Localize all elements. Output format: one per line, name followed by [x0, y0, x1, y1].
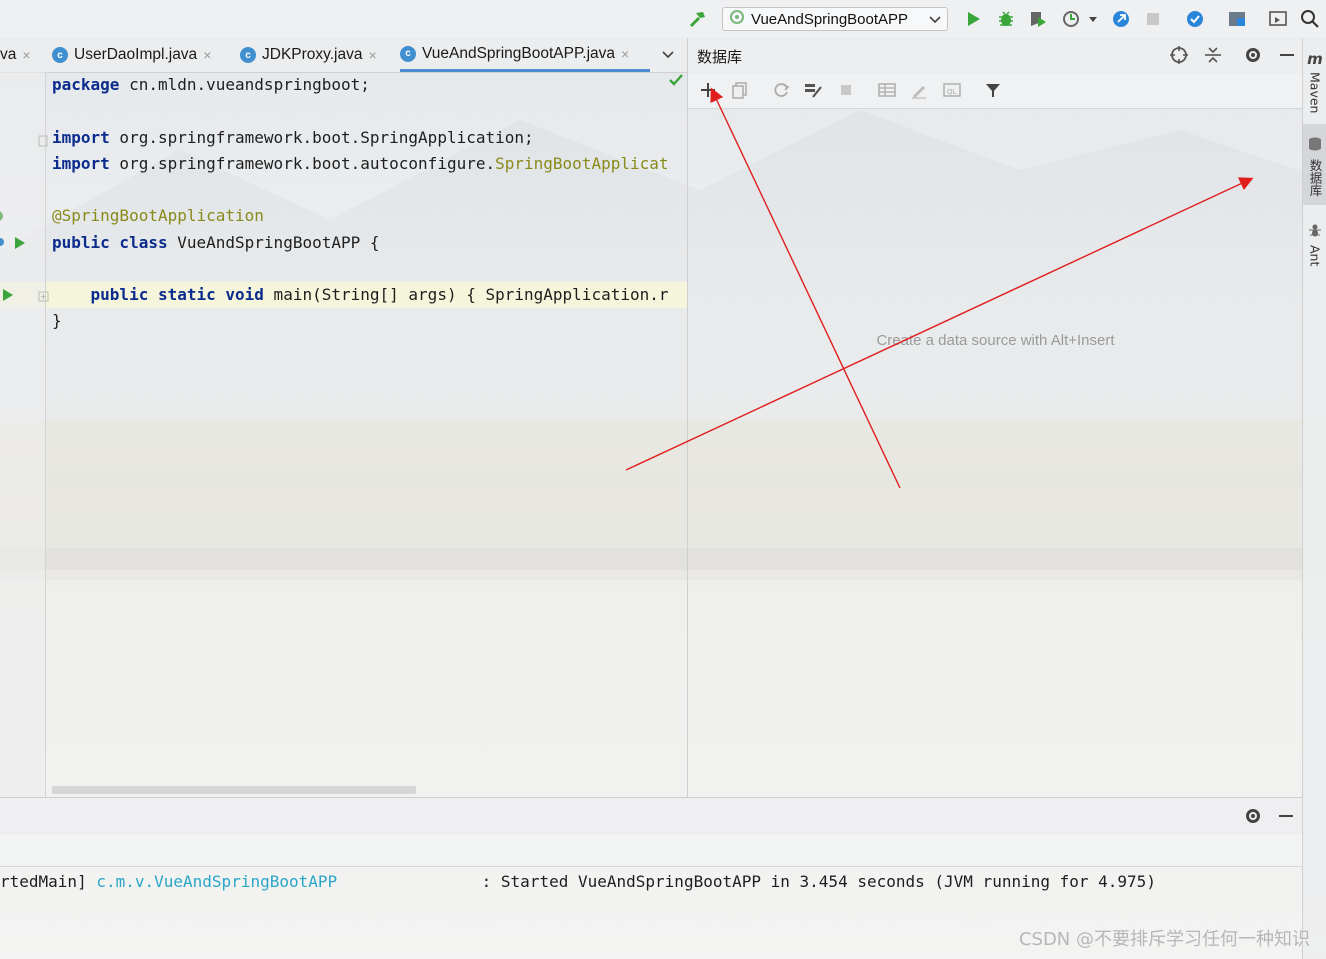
code-editor[interactable]: package cn.mldn.vueandspringboot; import… [46, 72, 687, 797]
code-line-4: import org.springframework.boot.autoconf… [52, 154, 669, 173]
add-datasource-icon[interactable] [698, 80, 718, 100]
no-problems-check-icon [668, 72, 684, 91]
ant-tab-label: Ant [1307, 245, 1323, 267]
minimize-icon[interactable] [1276, 806, 1296, 830]
code-line-10: } [52, 311, 62, 330]
tab-vueandspringbootapp[interactable]: c VueAndSpringBootAPP.java × [400, 38, 650, 72]
tab-label: VueAndSpringBootAPP.java [422, 44, 616, 62]
table-icon[interactable] [877, 80, 897, 100]
run-panel-header [0, 797, 1302, 834]
close-icon[interactable]: × [22, 47, 30, 63]
search-icon[interactable] [1300, 9, 1320, 29]
project-structure-icon[interactable] [1227, 9, 1247, 29]
horizontal-scrollbar[interactable] [52, 786, 416, 794]
presentation-icon[interactable] [1268, 9, 1288, 29]
ant-icon [1308, 222, 1322, 241]
code-line-1: package cn.mldn.vueandspringboot; [52, 75, 370, 94]
database-panel-title: 数据库 [697, 48, 743, 66]
profile-icon[interactable] [1062, 9, 1082, 29]
code-line-3: import org.springframework.boot.SpringAp… [52, 128, 534, 147]
run-configuration-selector[interactable]: VueAndSpringBootAPP [722, 7, 948, 31]
run-gutter-icon[interactable] [14, 235, 26, 254]
maven-icon: m [1307, 50, 1323, 68]
more-run-chevron-icon[interactable] [1086, 9, 1100, 29]
database-icon [1308, 136, 1322, 155]
tab-partial-java[interactable]: va × [0, 38, 31, 72]
spring-gutter-icon [0, 234, 8, 253]
right-tool-stripe: m Maven 数据库 Ant [1302, 38, 1326, 959]
sql-console-icon[interactable]: QL [942, 80, 962, 100]
filter-icon[interactable] [983, 80, 1003, 100]
stop-icon[interactable] [1143, 9, 1163, 29]
springboot-class-icon: c [400, 45, 416, 62]
csdn-watermark: CSDN @不要排斥学习任何一种知识 [1018, 929, 1310, 950]
locate-icon[interactable] [1169, 45, 1189, 69]
springboot-icon [729, 9, 745, 29]
database-tool-window: 数据库 QL Create a data source with Alt+Ins… [687, 38, 1303, 797]
code-line-9: public static void main(String[] args) {… [90, 285, 669, 304]
close-icon[interactable]: × [369, 47, 377, 63]
maven-tool-tab[interactable]: m Maven [1303, 50, 1326, 113]
main-toolbar: VueAndSpringBootAPP [0, 0, 1326, 39]
schema-icon[interactable] [803, 80, 823, 100]
tab-list-chevron-icon[interactable] [660, 38, 676, 72]
coverage-icon[interactable] [1028, 9, 1048, 29]
maven-tab-label: Maven [1307, 72, 1323, 114]
run-panel-tabs [0, 833, 1302, 867]
run-icon[interactable] [963, 9, 983, 29]
tab-userdaoimpl[interactable]: c UserDaoImpl.java × [52, 38, 211, 72]
build-hammer-icon[interactable] [688, 9, 708, 29]
debug-icon[interactable] [996, 9, 1016, 29]
edit-icon[interactable] [909, 80, 929, 100]
database-empty-hint: Create a data source with Alt+Insert [876, 332, 1115, 349]
editor-tab-bar: va × c UserDaoImpl.java × c JDKProxy.jav… [0, 38, 687, 73]
update-app-icon[interactable] [1111, 9, 1131, 29]
class-icon: c [240, 47, 256, 63]
stop-icon[interactable] [836, 80, 856, 100]
copy-icon[interactable] [730, 80, 750, 100]
editor-gutter [0, 72, 49, 797]
database-tool-tab[interactable]: 数据库 [1303, 124, 1326, 205]
refresh-icon[interactable] [771, 80, 791, 100]
run-config-label: VueAndSpringBootAPP [751, 10, 909, 28]
code-line-6: @SpringBootApplication [52, 206, 264, 225]
database-tab-label: 数据库 [1307, 159, 1323, 197]
vcs-update-icon[interactable] [1185, 9, 1205, 29]
close-icon[interactable]: × [621, 46, 629, 62]
run-main-gutter-icon[interactable] [2, 287, 14, 306]
tab-label: UserDaoImpl.java [74, 46, 198, 63]
ant-tool-tab[interactable]: Ant [1303, 222, 1326, 266]
spring-bean-icon [0, 208, 6, 227]
gear-icon[interactable] [1243, 806, 1263, 830]
collapse-all-icon[interactable] [1203, 45, 1223, 69]
close-icon[interactable]: × [203, 47, 211, 63]
database-panel-header: 数据库 [688, 38, 1303, 73]
svg-text:QL: QL [947, 88, 957, 96]
tab-jdkproxy[interactable]: c JDKProxy.java × [240, 38, 377, 72]
gear-icon[interactable] [1243, 45, 1263, 69]
tab-label: JDKProxy.java [262, 46, 363, 63]
code-line-7: public class VueAndSpringBootAPP { [52, 233, 380, 252]
console-log-line: rtedMain] c.m.v.VueAndSpringBootAPP : St… [0, 872, 1156, 891]
tab-label: va [0, 46, 17, 63]
class-icon: c [52, 47, 68, 63]
database-toolbar: QL [688, 72, 1303, 109]
minimize-icon[interactable] [1277, 45, 1297, 69]
chevron-down-icon [928, 11, 942, 31]
